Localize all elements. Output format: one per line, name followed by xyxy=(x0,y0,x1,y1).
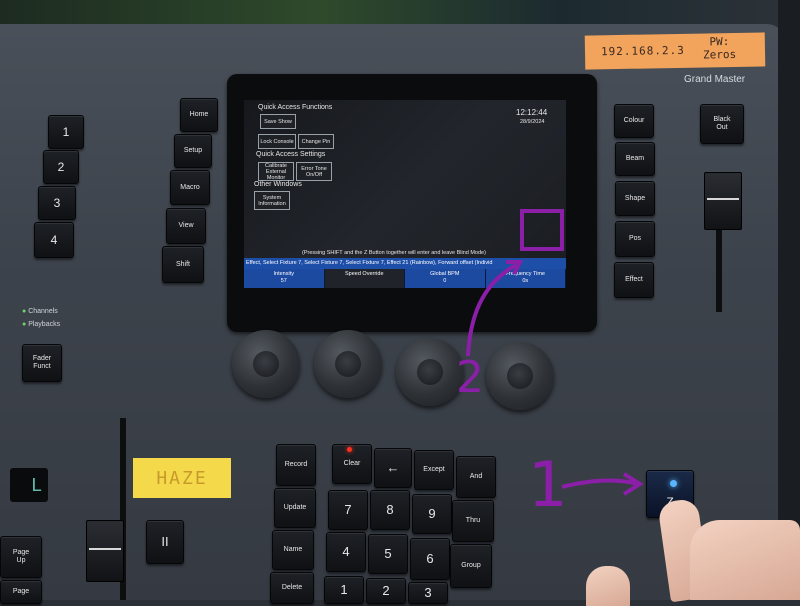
annotation-step-2: 2 xyxy=(456,352,484,403)
arrow-2-line xyxy=(466,263,517,357)
highlight-box xyxy=(520,209,564,251)
annotation-step-1: 1 xyxy=(528,448,568,521)
annotation-overlay xyxy=(466,209,644,496)
arrow-1-line xyxy=(561,478,639,489)
